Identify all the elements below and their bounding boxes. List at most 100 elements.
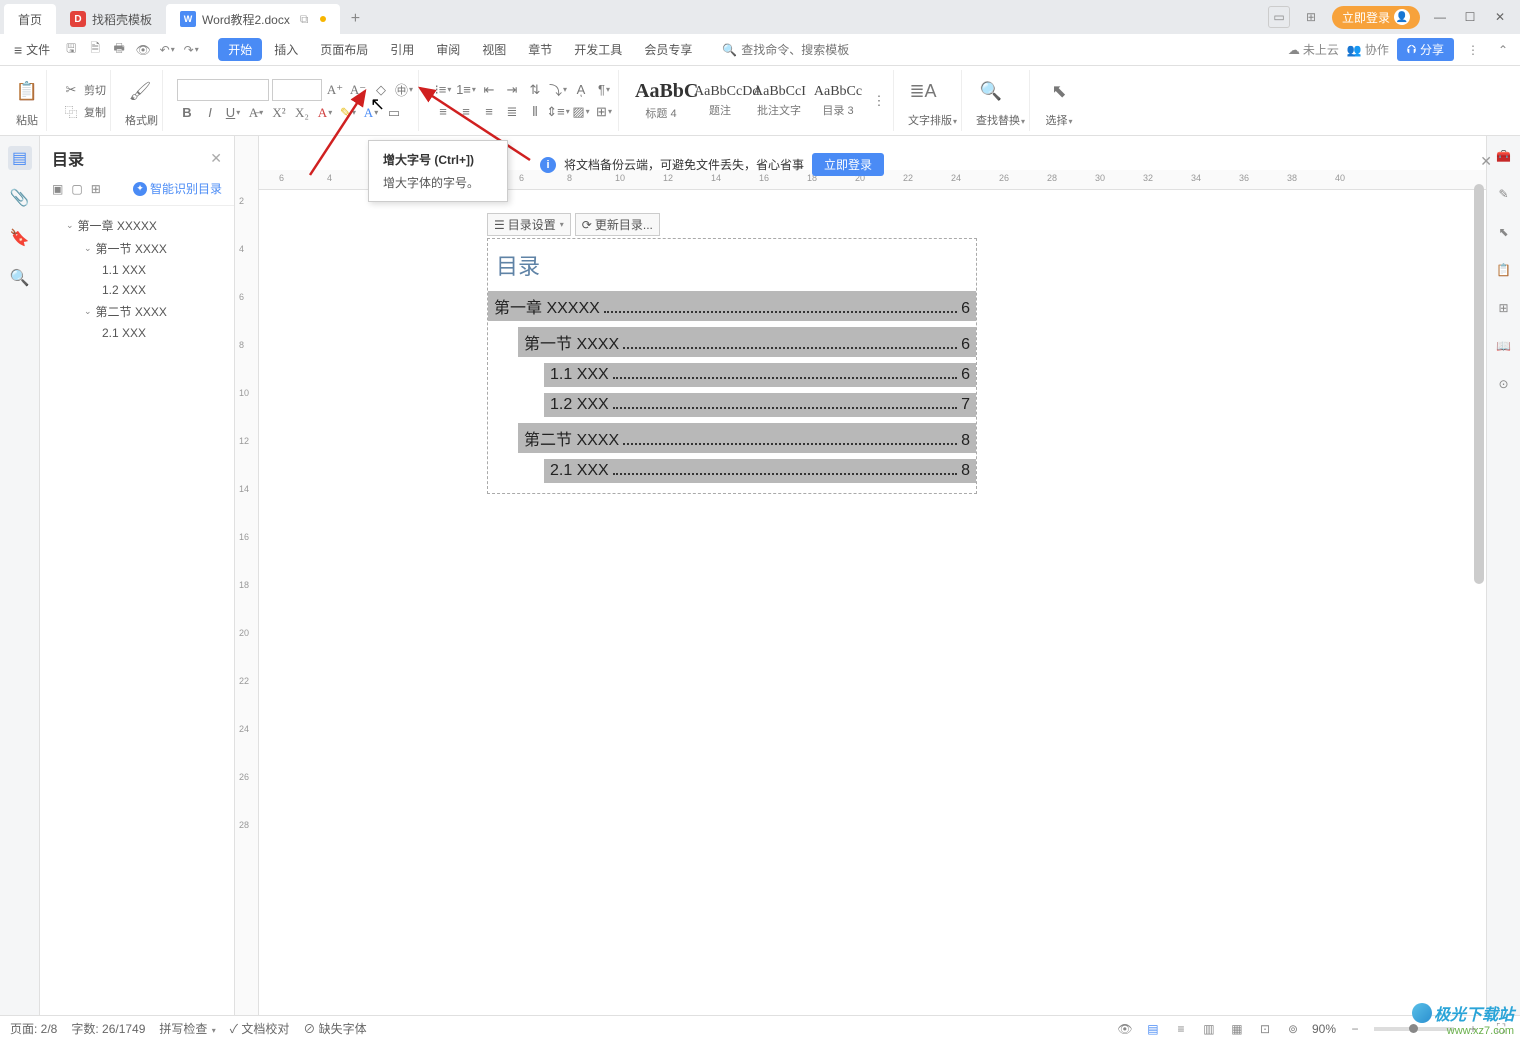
toc-row[interactable]: 第二节 XXXX8 bbox=[518, 423, 976, 453]
select-pane-icon[interactable]: ⬉ bbox=[1494, 222, 1514, 242]
font-family-select[interactable] bbox=[177, 79, 269, 101]
outline-view-icon[interactable]: ≡ bbox=[1172, 1020, 1190, 1038]
nav-expand-icon[interactable]: ▣ bbox=[52, 182, 63, 196]
nav-node[interactable]: 1.2 XXX bbox=[44, 280, 230, 300]
tab-home[interactable]: 首页 bbox=[4, 4, 56, 34]
underline-icon[interactable]: U▾ bbox=[223, 103, 243, 123]
menu-insert[interactable]: 插入 bbox=[264, 38, 308, 61]
nav-node[interactable]: 1.1 XXX bbox=[44, 260, 230, 280]
italic-icon[interactable]: I bbox=[200, 103, 220, 123]
style-pane-icon[interactable]: ✎ bbox=[1494, 184, 1514, 204]
menu-reference[interactable]: 引用 bbox=[380, 38, 424, 61]
bold-icon[interactable]: B bbox=[177, 103, 197, 123]
saveas-icon[interactable]: 🗎 bbox=[84, 39, 106, 61]
nav-node[interactable]: ⌄第一节 XXXX bbox=[44, 237, 230, 260]
text-layout-button[interactable]: ≣A bbox=[908, 74, 938, 110]
apps-icon[interactable]: ⊞ bbox=[1300, 6, 1322, 28]
spellcheck-toggle[interactable]: 拼写检查 ▾ bbox=[159, 1020, 215, 1037]
find-replace-button[interactable]: 🔍 bbox=[976, 74, 1006, 110]
proofread-button[interactable]: ✓ 文档校对 bbox=[230, 1020, 290, 1037]
nav-collapse-icon[interactable]: ▢ bbox=[71, 182, 82, 196]
menu-view[interactable]: 视图 bbox=[472, 38, 516, 61]
collaborate-button[interactable]: 👥协作 bbox=[1347, 41, 1389, 58]
word-count[interactable]: 字数: 26/1749 bbox=[71, 1020, 145, 1037]
page-status[interactable]: 页面: 2/8 bbox=[10, 1020, 57, 1037]
zoom-out-icon[interactable]: − bbox=[1346, 1020, 1364, 1038]
missing-fonts-button[interactable]: ⊘ 缺失字体 bbox=[303, 1020, 366, 1037]
smart-toc-button[interactable]: ✦智能识别目录 bbox=[133, 180, 222, 197]
nav-node[interactable]: ⌄第一章 XXXXX bbox=[44, 214, 230, 237]
outline-icon[interactable]: ▤ bbox=[8, 146, 32, 170]
border-icon[interactable]: ⊞▾ bbox=[594, 102, 614, 122]
tab-template[interactable]: D 找稻壳模板 bbox=[56, 4, 166, 34]
nav-node[interactable]: 2.1 XXX bbox=[44, 323, 230, 343]
reading-mode-icon[interactable]: 👁 bbox=[1116, 1020, 1134, 1038]
preview-icon[interactable]: 👁 bbox=[132, 39, 154, 61]
paste-button[interactable]: 📋 bbox=[12, 74, 42, 110]
menu-vip[interactable]: 会员专享 bbox=[634, 38, 702, 61]
menu-start[interactable]: 开始 bbox=[218, 38, 262, 61]
bookmark-icon[interactable]: 🔖 bbox=[8, 226, 32, 250]
toc-update-button[interactable]: ⟳更新目录... bbox=[575, 213, 660, 236]
help-icon[interactable]: ⊙ bbox=[1494, 374, 1514, 394]
search-panel-icon[interactable]: 🔍 bbox=[8, 266, 32, 290]
banner-login-button[interactable]: 立即登录 bbox=[812, 153, 884, 176]
line-numbers-icon[interactable]: Aͅ bbox=[571, 80, 591, 100]
share-button[interactable]: ⮉分享 bbox=[1397, 38, 1454, 61]
cloud-status[interactable]: ☁未上云 bbox=[1288, 41, 1339, 58]
toc-row[interactable]: 第一节 XXXX6 bbox=[518, 327, 976, 357]
style-more-icon[interactable]: ⋮ bbox=[869, 91, 889, 111]
style-caption[interactable]: AaBbCcDd题注 bbox=[692, 82, 748, 120]
properties-icon[interactable]: ⊞ bbox=[1494, 298, 1514, 318]
save-icon[interactable]: 🖫 bbox=[60, 39, 82, 61]
style-toc3[interactable]: AaBbCc目录 3 bbox=[810, 82, 866, 120]
show-marks-icon[interactable]: ¶▾ bbox=[594, 80, 614, 100]
redo-icon[interactable]: ↷▾ bbox=[180, 39, 202, 61]
undo-icon[interactable]: ↶▾ bbox=[156, 39, 178, 61]
nav-close-button[interactable]: ✕ bbox=[210, 150, 222, 167]
zoom-level[interactable]: 90% bbox=[1312, 1022, 1336, 1036]
style-heading4[interactable]: AaBbC标题 4 bbox=[633, 78, 689, 123]
maximize-button[interactable]: ☐ bbox=[1460, 7, 1480, 27]
command-search[interactable]: 🔍 bbox=[722, 43, 891, 57]
print-layout-icon[interactable]: ▤ bbox=[1144, 1020, 1162, 1038]
toc-row[interactable]: 2.1 XXX8 bbox=[544, 459, 976, 483]
scrollbar-vertical[interactable] bbox=[1474, 184, 1484, 584]
research-icon[interactable]: 📖 bbox=[1494, 336, 1514, 356]
login-button[interactable]: 立即登录 👤 bbox=[1332, 6, 1420, 29]
draft-view-icon[interactable]: ▦ bbox=[1228, 1020, 1246, 1038]
toolbox-icon[interactable]: 🧰 bbox=[1494, 146, 1514, 166]
duplicate-icon[interactable]: ⧉ bbox=[300, 12, 309, 27]
print-icon[interactable]: 🖶 bbox=[108, 39, 130, 61]
new-tab-button[interactable]: + bbox=[340, 4, 370, 34]
banner-close-button[interactable]: ✕ bbox=[1480, 153, 1492, 170]
shading-icon[interactable]: ▨▾ bbox=[571, 102, 591, 122]
minimize-button[interactable]: — bbox=[1430, 7, 1450, 27]
menu-section[interactable]: 章节 bbox=[518, 38, 562, 61]
menu-layout[interactable]: 页面布局 bbox=[310, 38, 378, 61]
toc-row[interactable]: 第一章 XXXXX6 bbox=[488, 291, 976, 321]
tab-document[interactable]: W Word教程2.docx ⧉ bbox=[166, 4, 340, 34]
menu-dev[interactable]: 开发工具 bbox=[564, 38, 632, 61]
attachment-icon[interactable]: 📎 bbox=[8, 186, 32, 210]
toc-row[interactable]: 1.2 XXX7 bbox=[544, 393, 976, 417]
nav-refresh-icon[interactable]: ⊞ bbox=[91, 182, 101, 196]
copy-icon[interactable]: ⿻ bbox=[61, 102, 81, 122]
strike-icon[interactable]: A̶▾ bbox=[246, 103, 266, 123]
select-button[interactable]: ⬉ bbox=[1044, 74, 1074, 110]
web-layout-icon[interactable]: ▥ bbox=[1200, 1020, 1218, 1038]
toc-row[interactable]: 1.1 XXX6 bbox=[544, 363, 976, 387]
file-menu[interactable]: ≡文件 bbox=[6, 41, 58, 58]
toc-box[interactable]: 目录 第一章 XXXXX6第一节 XXXX61.1 XXX61.2 XXX7第二… bbox=[487, 238, 977, 494]
cut-icon[interactable]: ✂ bbox=[61, 80, 81, 100]
close-window-button[interactable]: ✕ bbox=[1490, 7, 1510, 27]
more-menu-icon[interactable]: ⋮ bbox=[1462, 39, 1484, 61]
zoom-target-icon[interactable]: ⊚ bbox=[1284, 1020, 1302, 1038]
ruler-vertical[interactable]: 246810121416182022242628 bbox=[235, 136, 259, 1015]
superscript-icon[interactable]: X² bbox=[269, 103, 289, 123]
nav-node[interactable]: ⌄第二节 XXXX bbox=[44, 300, 230, 323]
menu-review[interactable]: 审阅 bbox=[426, 38, 470, 61]
toc-settings-button[interactable]: ☰目录设置▾ bbox=[487, 213, 571, 236]
search-input[interactable] bbox=[741, 43, 891, 57]
layout-icon[interactable]: ▭ bbox=[1268, 6, 1290, 28]
